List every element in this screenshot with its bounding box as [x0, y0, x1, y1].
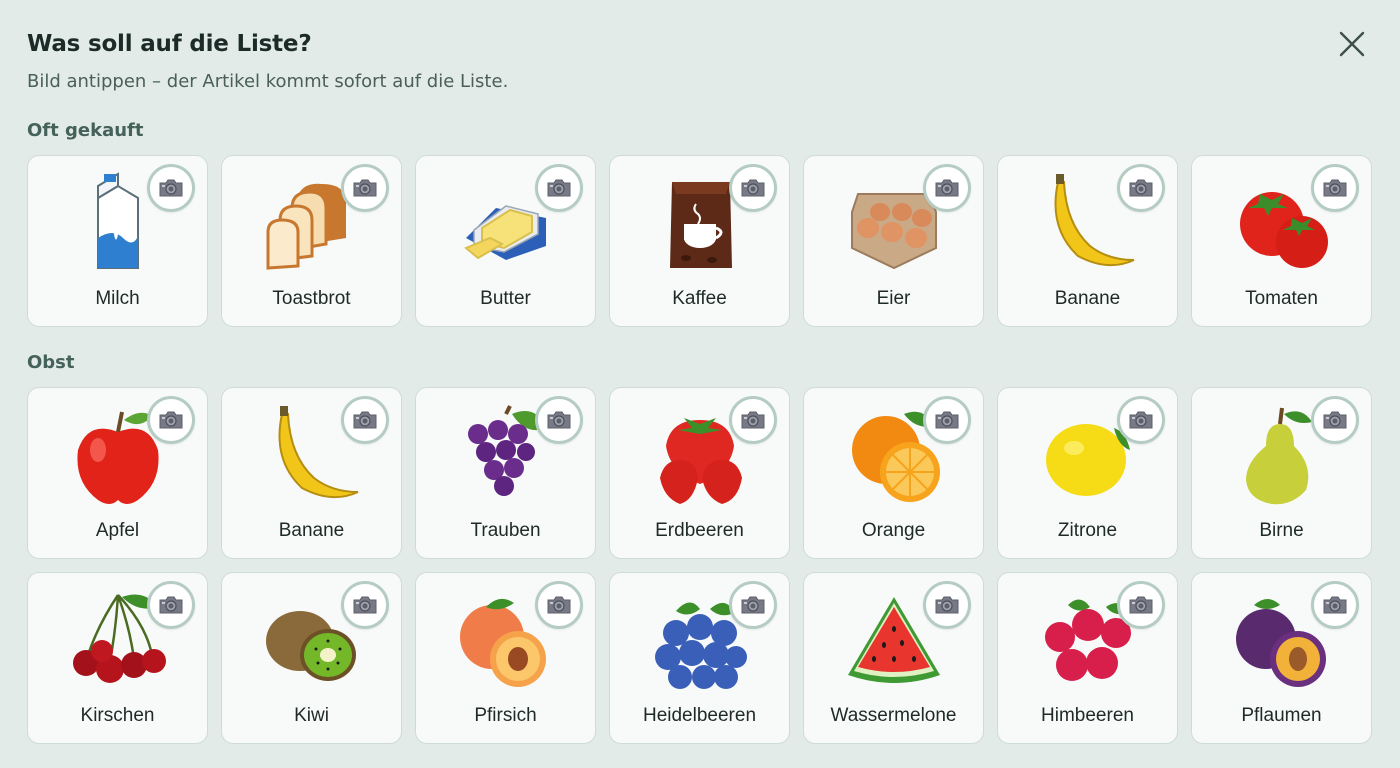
item-card-kiwi[interactable]: Kiwi — [221, 572, 402, 744]
camera-icon — [934, 410, 960, 430]
camera-icon — [158, 595, 184, 615]
camera-icon — [1322, 178, 1348, 198]
photo-button[interactable] — [923, 164, 971, 212]
item-card-heidelbeeren[interactable]: Heidelbeeren — [609, 572, 790, 744]
photo-button[interactable] — [1311, 396, 1359, 444]
photo-button[interactable] — [341, 164, 389, 212]
photo-button[interactable] — [341, 396, 389, 444]
dialog-subtitle: Bild antippen – der Artikel kommt sofort… — [27, 71, 509, 92]
item-label: Eier — [876, 288, 911, 309]
item-label: Wassermelone — [830, 705, 957, 726]
item-card-butter[interactable]: Butter — [415, 155, 596, 327]
item-card-himbeeren[interactable]: Himbeeren — [997, 572, 1178, 744]
photo-button[interactable] — [923, 396, 971, 444]
photo-button[interactable] — [147, 581, 195, 629]
camera-icon — [934, 595, 960, 615]
item-label: Banane — [278, 520, 345, 541]
fruit-items-grid: Apfel Banane Trauben Erdbeeren Orange Zitrone… — [27, 387, 1372, 744]
item-label: Trauben — [470, 520, 541, 541]
camera-icon — [158, 410, 184, 430]
item-label: Pflaumen — [1241, 705, 1322, 726]
photo-button[interactable] — [535, 396, 583, 444]
camera-icon — [1128, 595, 1154, 615]
item-label: Erdbeeren — [655, 520, 744, 541]
item-label: Orange — [861, 520, 926, 541]
item-label: Heidelbeeren — [642, 705, 757, 726]
close-icon — [1339, 31, 1365, 57]
item-card-apfel[interactable]: Apfel — [27, 387, 208, 559]
camera-icon — [546, 178, 572, 198]
camera-icon — [1322, 595, 1348, 615]
item-card-wassermelone[interactable]: Wassermelone — [803, 572, 984, 744]
item-card-banane[interactable]: Banane — [221, 387, 402, 559]
photo-button[interactable] — [341, 581, 389, 629]
photo-button[interactable] — [1311, 164, 1359, 212]
camera-icon — [546, 595, 572, 615]
photo-button[interactable] — [729, 164, 777, 212]
camera-icon — [1322, 410, 1348, 430]
item-label: Kaffee — [672, 288, 727, 309]
item-label: Kirschen — [80, 705, 155, 726]
camera-icon — [1128, 178, 1154, 198]
section-heading-frequent: Oft gekauft — [27, 120, 144, 141]
item-label: Himbeeren — [1041, 705, 1134, 726]
camera-icon — [352, 595, 378, 615]
item-label: Banane — [1054, 288, 1121, 309]
close-button[interactable] — [1332, 24, 1372, 64]
item-label: Milch — [95, 288, 140, 309]
item-label: Toastbrot — [272, 288, 351, 309]
photo-button[interactable] — [1117, 396, 1165, 444]
item-card-banane[interactable]: Banane — [997, 155, 1178, 327]
section-heading-fruit: Obst — [27, 352, 75, 373]
item-label: Birne — [1259, 520, 1304, 541]
item-card-birne[interactable]: Birne — [1191, 387, 1372, 559]
item-card-erdbeeren[interactable]: Erdbeeren — [609, 387, 790, 559]
camera-icon — [740, 595, 766, 615]
item-label: Zitrone — [1057, 520, 1118, 541]
camera-icon — [1128, 410, 1154, 430]
photo-button[interactable] — [923, 581, 971, 629]
item-label: Tomaten — [1245, 288, 1318, 309]
photo-button[interactable] — [147, 396, 195, 444]
camera-icon — [158, 178, 184, 198]
photo-button[interactable] — [535, 164, 583, 212]
add-item-dialog: Was soll auf die Liste? Bild antippen – … — [0, 0, 1400, 768]
item-label: Pfirsich — [474, 705, 537, 726]
dialog-title: Was soll auf die Liste? — [27, 31, 312, 57]
photo-button[interactable] — [1117, 581, 1165, 629]
camera-icon — [934, 178, 960, 198]
camera-icon — [352, 410, 378, 430]
photo-button[interactable] — [1311, 581, 1359, 629]
photo-button[interactable] — [729, 581, 777, 629]
camera-icon — [740, 410, 766, 430]
camera-icon — [352, 178, 378, 198]
camera-icon — [546, 410, 572, 430]
item-card-eier[interactable]: Eier — [803, 155, 984, 327]
item-card-kaffee[interactable]: Kaffee — [609, 155, 790, 327]
item-card-pfirsich[interactable]: Pfirsich — [415, 572, 596, 744]
item-label: Butter — [480, 288, 531, 309]
item-card-milch[interactable]: Milch — [27, 155, 208, 327]
item-card-tomaten[interactable]: Tomaten — [1191, 155, 1372, 327]
item-card-kirschen[interactable]: Kirschen — [27, 572, 208, 744]
item-label: Kiwi — [294, 705, 329, 726]
photo-button[interactable] — [729, 396, 777, 444]
photo-button[interactable] — [147, 164, 195, 212]
item-card-trauben[interactable]: Trauben — [415, 387, 596, 559]
item-card-pflaumen[interactable]: Pflaumen — [1191, 572, 1372, 744]
item-card-orange[interactable]: Orange — [803, 387, 984, 559]
camera-icon — [740, 178, 766, 198]
frequent-items-grid: Milch Toastbrot Butter Kaffee Eier Banane Toma… — [27, 155, 1372, 327]
photo-button[interactable] — [535, 581, 583, 629]
item-card-zitrone[interactable]: Zitrone — [997, 387, 1178, 559]
item-card-toastbrot[interactable]: Toastbrot — [221, 155, 402, 327]
item-label: Apfel — [95, 520, 140, 541]
photo-button[interactable] — [1117, 164, 1165, 212]
